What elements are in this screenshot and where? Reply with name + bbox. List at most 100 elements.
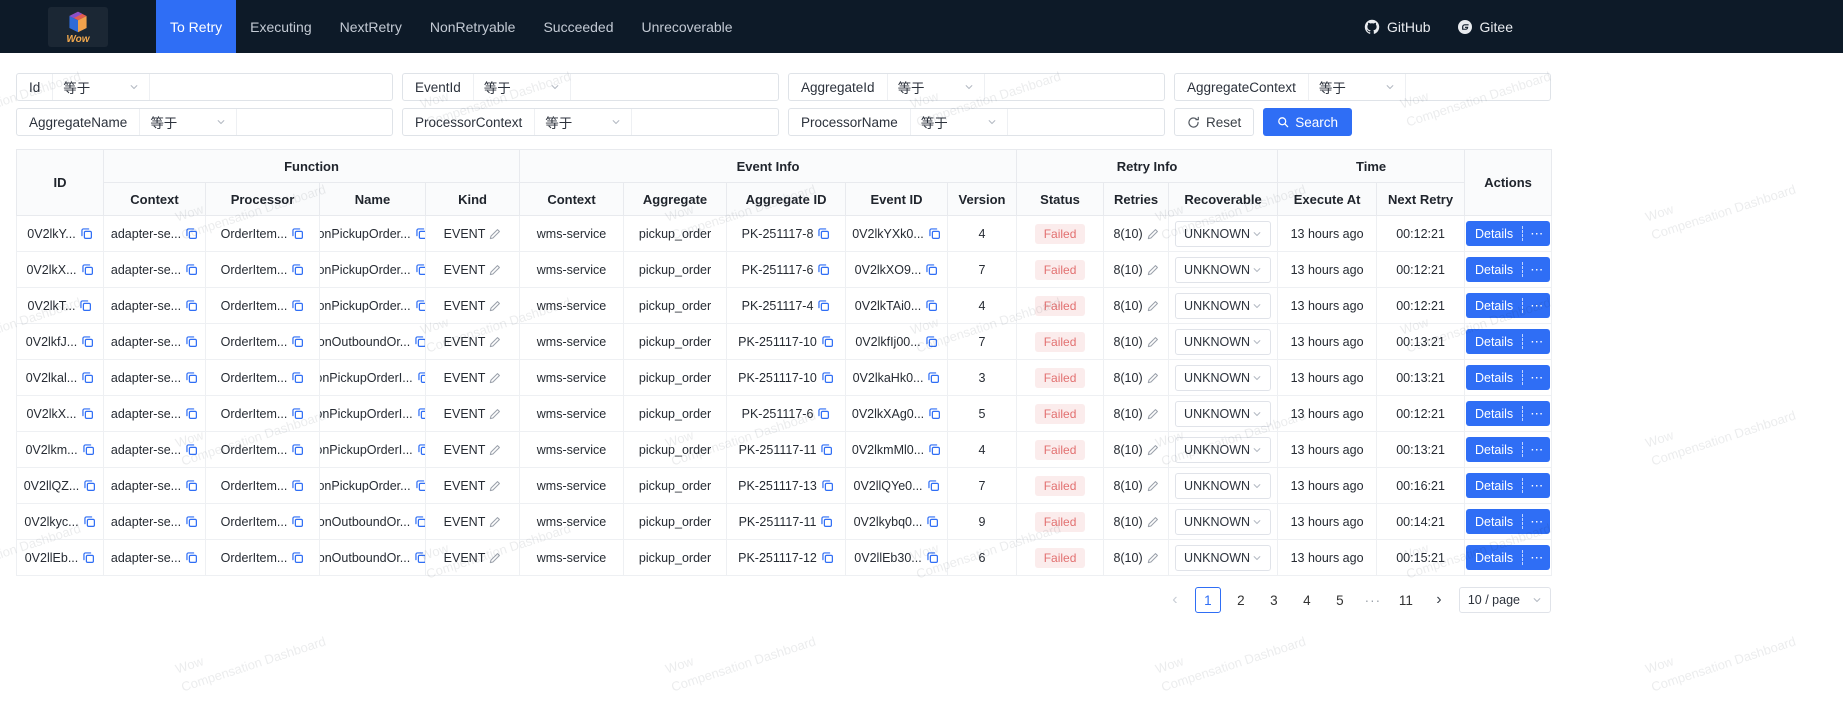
- more-actions-icon[interactable]: ⋯: [1523, 299, 1550, 312]
- filter-value-input[interactable]: [1405, 74, 1550, 100]
- copy-icon[interactable]: [185, 335, 198, 348]
- copy-icon[interactable]: [291, 263, 304, 276]
- pagination-page[interactable]: 11: [1393, 587, 1419, 613]
- recoverable-select[interactable]: UNKNOWN: [1175, 400, 1272, 427]
- copy-icon[interactable]: [291, 479, 304, 492]
- copy-icon[interactable]: [83, 515, 96, 528]
- pagination-page[interactable]: 2: [1228, 587, 1254, 613]
- more-actions-icon[interactable]: ⋯: [1523, 335, 1550, 348]
- edit-icon[interactable]: [1147, 336, 1159, 348]
- edit-icon[interactable]: [1147, 300, 1159, 312]
- copy-icon[interactable]: [927, 479, 940, 492]
- copy-icon[interactable]: [817, 407, 830, 420]
- copy-icon[interactable]: [821, 551, 834, 564]
- copy-icon[interactable]: [926, 551, 939, 564]
- gitee-link[interactable]: Gitee: [1457, 19, 1513, 35]
- edit-icon[interactable]: [1147, 228, 1159, 240]
- edit-icon[interactable]: [489, 300, 501, 312]
- pagination-page[interactable]: 5: [1327, 587, 1353, 613]
- edit-icon[interactable]: [489, 444, 501, 456]
- details-button[interactable]: Details ⋯: [1465, 509, 1551, 534]
- copy-icon[interactable]: [415, 263, 425, 276]
- copy-icon[interactable]: [925, 263, 938, 276]
- copy-icon[interactable]: [817, 227, 830, 240]
- filter-value-input[interactable]: [570, 74, 778, 100]
- copy-icon[interactable]: [928, 227, 941, 240]
- copy-icon[interactable]: [82, 443, 95, 456]
- copy-icon[interactable]: [81, 335, 94, 348]
- copy-icon[interactable]: [821, 335, 834, 348]
- details-button[interactable]: Details ⋯: [1465, 221, 1551, 246]
- filter-value-input[interactable]: [984, 74, 1164, 100]
- copy-icon[interactable]: [925, 299, 938, 312]
- search-button[interactable]: Search: [1263, 108, 1353, 136]
- copy-icon[interactable]: [291, 371, 304, 384]
- edit-icon[interactable]: [489, 264, 501, 276]
- recoverable-select[interactable]: UNKNOWN: [1175, 220, 1272, 247]
- copy-icon[interactable]: [820, 515, 833, 528]
- copy-icon[interactable]: [928, 407, 941, 420]
- recoverable-select[interactable]: UNKNOWN: [1175, 472, 1272, 499]
- recoverable-select[interactable]: UNKNOWN: [1175, 364, 1272, 391]
- edit-icon[interactable]: [489, 516, 501, 528]
- filter-operator-select[interactable]: 等于: [139, 109, 238, 135]
- tab-executing[interactable]: Executing: [236, 0, 325, 53]
- recoverable-select[interactable]: UNKNOWN: [1175, 292, 1272, 319]
- copy-icon[interactable]: [415, 299, 425, 312]
- copy-icon[interactable]: [817, 299, 830, 312]
- copy-icon[interactable]: [185, 479, 198, 492]
- details-button[interactable]: Details ⋯: [1465, 293, 1551, 318]
- pagination-prev-icon[interactable]: ‹: [1162, 587, 1188, 613]
- copy-icon[interactable]: [291, 407, 304, 420]
- copy-icon[interactable]: [83, 479, 96, 492]
- copy-icon[interactable]: [185, 515, 198, 528]
- recoverable-select[interactable]: UNKNOWN: [1175, 328, 1272, 355]
- copy-icon[interactable]: [80, 227, 93, 240]
- recoverable-select[interactable]: UNKNOWN: [1175, 436, 1272, 463]
- edit-icon[interactable]: [489, 480, 501, 492]
- copy-icon[interactable]: [185, 371, 198, 384]
- tab-succeeded[interactable]: Succeeded: [529, 0, 627, 53]
- filter-value-input[interactable]: [150, 74, 392, 100]
- edit-icon[interactable]: [489, 372, 501, 384]
- copy-icon[interactable]: [291, 227, 304, 240]
- edit-icon[interactable]: [1147, 408, 1159, 420]
- copy-icon[interactable]: [415, 227, 425, 240]
- copy-icon[interactable]: [927, 371, 940, 384]
- copy-icon[interactable]: [414, 551, 425, 564]
- copy-icon[interactable]: [414, 335, 425, 348]
- copy-icon[interactable]: [414, 515, 425, 528]
- more-actions-icon[interactable]: ⋯: [1523, 551, 1550, 564]
- filter-value-input[interactable]: [632, 109, 778, 135]
- filter-operator-select[interactable]: 等于: [909, 109, 1008, 135]
- details-button[interactable]: Details ⋯: [1465, 257, 1551, 282]
- copy-icon[interactable]: [185, 263, 198, 276]
- edit-icon[interactable]: [489, 408, 501, 420]
- tab-nonretryable[interactable]: NonRetryable: [416, 0, 530, 53]
- recoverable-select[interactable]: UNKNOWN: [1175, 508, 1272, 535]
- more-actions-icon[interactable]: ⋯: [1523, 227, 1550, 240]
- app-logo[interactable]: Wow: [0, 0, 156, 53]
- edit-icon[interactable]: [1147, 372, 1159, 384]
- recoverable-select[interactable]: UNKNOWN: [1175, 544, 1272, 571]
- tab-unrecoverable[interactable]: Unrecoverable: [628, 0, 747, 53]
- tab-nextretry[interactable]: NextRetry: [326, 0, 416, 53]
- pagination-ellipsis[interactable]: ···: [1360, 587, 1386, 613]
- details-button[interactable]: Details ⋯: [1465, 401, 1551, 426]
- details-button[interactable]: Details ⋯: [1465, 545, 1551, 570]
- pagination-page[interactable]: 4: [1294, 587, 1320, 613]
- pagination-page[interactable]: 3: [1261, 587, 1287, 613]
- tab-to-retry[interactable]: To Retry: [156, 0, 237, 53]
- copy-icon[interactable]: [291, 299, 304, 312]
- details-button[interactable]: Details ⋯: [1465, 437, 1551, 462]
- copy-icon[interactable]: [925, 335, 938, 348]
- more-actions-icon[interactable]: ⋯: [1523, 443, 1550, 456]
- edit-icon[interactable]: [1147, 552, 1159, 564]
- copy-icon[interactable]: [928, 443, 941, 456]
- copy-icon[interactable]: [291, 515, 304, 528]
- edit-icon[interactable]: [1147, 480, 1159, 492]
- more-actions-icon[interactable]: ⋯: [1523, 371, 1550, 384]
- copy-icon[interactable]: [291, 551, 304, 564]
- page-size-select[interactable]: 10 / page: [1458, 587, 1551, 613]
- copy-icon[interactable]: [81, 263, 94, 276]
